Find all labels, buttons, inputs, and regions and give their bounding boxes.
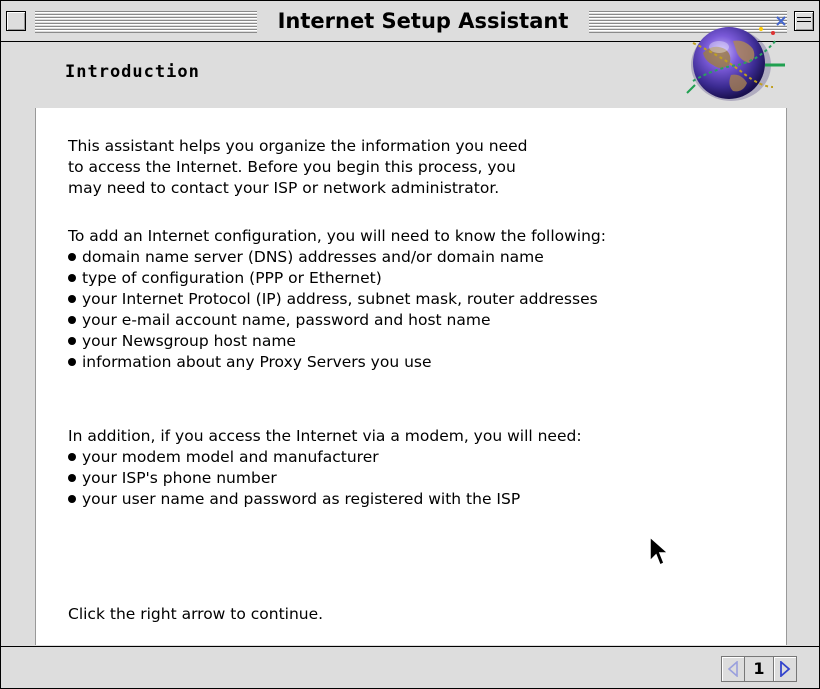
config-requirements-list: domain name server (DNS) addresses and/o… <box>68 247 606 373</box>
intro-paragraph: This assistant helps you organize the in… <box>68 136 528 199</box>
content-panel: This assistant helps you organize the in… <box>35 108 787 645</box>
bullet-icon <box>68 474 76 482</box>
next-page-button[interactable] <box>773 656 797 682</box>
list-item: your user name and password as registere… <box>68 489 582 510</box>
list-item: your e-mail account name, password and h… <box>68 310 606 331</box>
page-title: Introduction <box>65 62 200 82</box>
list-item: your ISP's phone number <box>68 468 582 489</box>
bullet-icon <box>68 253 76 261</box>
left-arrow-icon <box>727 661 738 677</box>
bullet-icon <box>68 295 76 303</box>
bullet-icon <box>68 316 76 324</box>
globe-icon <box>686 16 786 101</box>
continue-instruction: Click the right arrow to continue. <box>68 605 324 623</box>
bullet-icon <box>68 337 76 345</box>
config-section: To add an Internet configuration, you wi… <box>68 226 606 373</box>
list-item: your modem model and manufacturer <box>68 447 582 468</box>
intro-line: may need to contact your ISP or network … <box>68 179 500 197</box>
list-item: type of configuration (PPP or Ethernet) <box>68 268 606 289</box>
page-navigator: 1 <box>721 655 797 683</box>
config-heading: To add an Internet configuration, you wi… <box>68 227 606 245</box>
page-number: 1 <box>745 656 773 682</box>
right-arrow-icon <box>780 661 791 677</box>
navigation-footer: 1 <box>1 646 819 688</box>
title-bar-stripes-left <box>35 11 257 33</box>
mouse-pointer-icon <box>649 535 670 567</box>
bullet-icon <box>68 274 76 282</box>
bullet-icon <box>68 495 76 503</box>
list-item: your Newsgroup host name <box>68 331 606 352</box>
bullet-icon <box>68 453 76 461</box>
list-item: information about any Proxy Servers you … <box>68 352 606 373</box>
modem-section: In addition, if you access the Internet … <box>68 426 582 510</box>
modem-requirements-list: your modem model and manufacturer your I… <box>68 447 582 510</box>
bullet-icon <box>68 358 76 366</box>
intro-line: This assistant helps you organize the in… <box>68 137 528 155</box>
intro-line: to access the Internet. Before you begin… <box>68 158 516 176</box>
window: Internet Setup Assistant Introduction Th… <box>0 0 820 689</box>
list-item: your Internet Protocol (IP) address, sub… <box>68 289 606 310</box>
modem-heading: In addition, if you access the Internet … <box>68 427 582 445</box>
previous-page-button[interactable] <box>721 656 745 682</box>
list-item: domain name server (DNS) addresses and/o… <box>68 247 606 268</box>
close-box-button[interactable] <box>6 11 26 31</box>
window-title: Internet Setup Assistant <box>277 9 569 33</box>
